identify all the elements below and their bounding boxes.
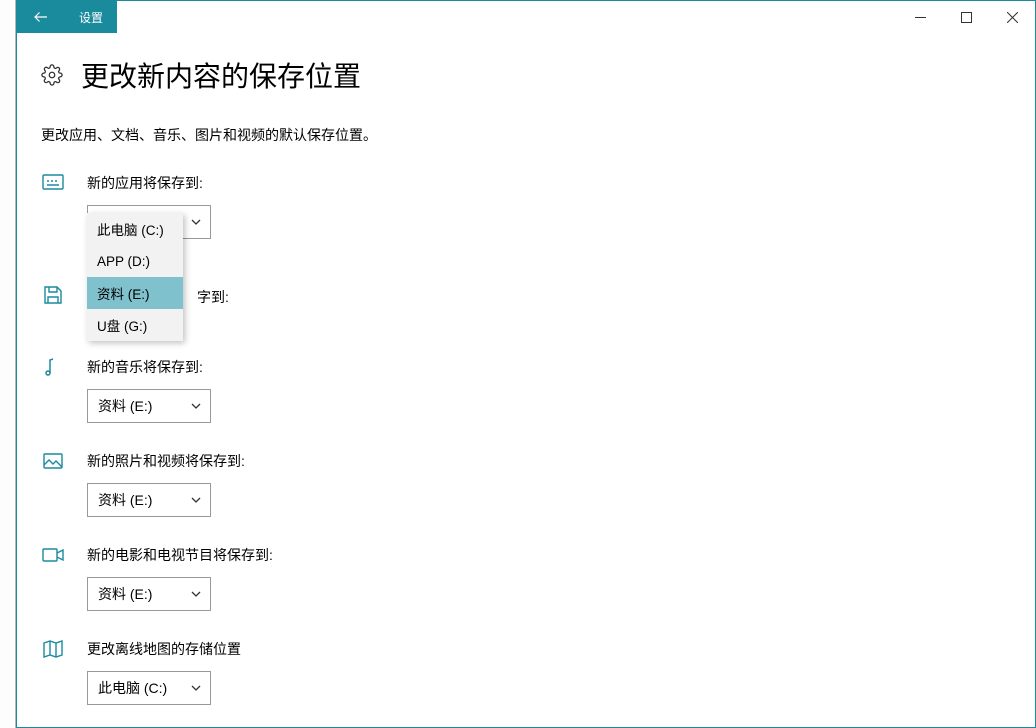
save-icon [41, 283, 65, 307]
settings-window: 设置 更改新内容的保存位置 更改应用、文档、音乐、图片和视频的默认保存位置。 [16, 0, 1036, 728]
close-icon [1007, 12, 1018, 23]
row-photos-label: 新的照片和视频将保存到: [87, 451, 245, 471]
music-icon [41, 355, 65, 379]
content-area: 更改新内容的保存位置 更改应用、文档、音乐、图片和视频的默认保存位置。 新的应用… [17, 33, 1035, 727]
dropdown-photos-value: 资料 (E:) [98, 490, 152, 510]
dropdown-movies-value: 资料 (E:) [98, 584, 152, 604]
apps-icon [41, 171, 65, 195]
close-button[interactable] [989, 1, 1035, 33]
row-music-label: 新的音乐将保存到: [87, 357, 211, 377]
photo-icon [41, 449, 65, 473]
gear-icon [41, 64, 63, 86]
dropdown-music-value: 资料 (E:) [98, 396, 152, 416]
row-photos: 新的照片和视频将保存到: 资料 (E:) [41, 451, 1011, 517]
dropdown-option[interactable]: 资料 (E:) [87, 277, 183, 309]
chevron-down-icon [190, 494, 202, 506]
back-button[interactable] [17, 1, 65, 33]
row-apps: 新的应用将保存到: APP (D:) [41, 173, 1011, 239]
titlebar: 设置 [17, 1, 1035, 33]
chevron-down-icon [190, 400, 202, 412]
maximize-icon [961, 12, 972, 23]
dropdown-movies[interactable]: 资料 (E:) [87, 577, 211, 611]
page-header: 更改新内容的保存位置 [41, 55, 1011, 95]
row-movies-label: 新的电影和电视节目将保存到: [87, 545, 273, 565]
maximize-button[interactable] [943, 1, 989, 33]
titlebar-drag-area[interactable] [117, 1, 897, 33]
chevron-down-icon [190, 682, 202, 694]
row-maps-label: 更改离线地图的存储位置 [87, 639, 241, 659]
video-icon [41, 543, 65, 567]
behind-window-text-strip [0, 0, 16, 728]
window-controls [897, 1, 1035, 33]
minimize-button[interactable] [897, 1, 943, 33]
chevron-down-icon [190, 588, 202, 600]
row-music: 新的音乐将保存到: 资料 (E:) [41, 357, 1011, 423]
row-maps: 更改离线地图的存储位置 此电脑 (C:) [41, 639, 1011, 705]
chevron-down-icon [190, 216, 202, 228]
dropdown-photos[interactable]: 资料 (E:) [87, 483, 211, 517]
dropdown-option[interactable]: APP (D:) [87, 245, 183, 277]
dropdown-option[interactable]: 此电脑 (C:) [87, 213, 183, 245]
dropdown-option[interactable]: U盘 (G:) [87, 309, 183, 341]
dropdown-maps-value: 此电脑 (C:) [98, 678, 167, 698]
window-title: 设置 [65, 1, 117, 33]
page-subtitle: 更改应用、文档、音乐、图片和视频的默认保存位置。 [41, 125, 1011, 145]
page-title: 更改新内容的保存位置 [81, 55, 361, 95]
minimize-icon [915, 12, 926, 23]
dropdown-maps[interactable]: 此电脑 (C:) [87, 671, 211, 705]
map-icon [41, 637, 65, 661]
dropdown-popup: 此电脑 (C:)APP (D:)资料 (E:)U盘 (G:) [87, 213, 183, 341]
arrow-left-icon [32, 8, 50, 26]
row-movies: 新的电影和电视节目将保存到: 资料 (E:) [41, 545, 1011, 611]
row-apps-label: 新的应用将保存到: [87, 173, 211, 193]
row-docs-label-tail: 字到: [197, 287, 229, 307]
dropdown-music[interactable]: 资料 (E:) [87, 389, 211, 423]
